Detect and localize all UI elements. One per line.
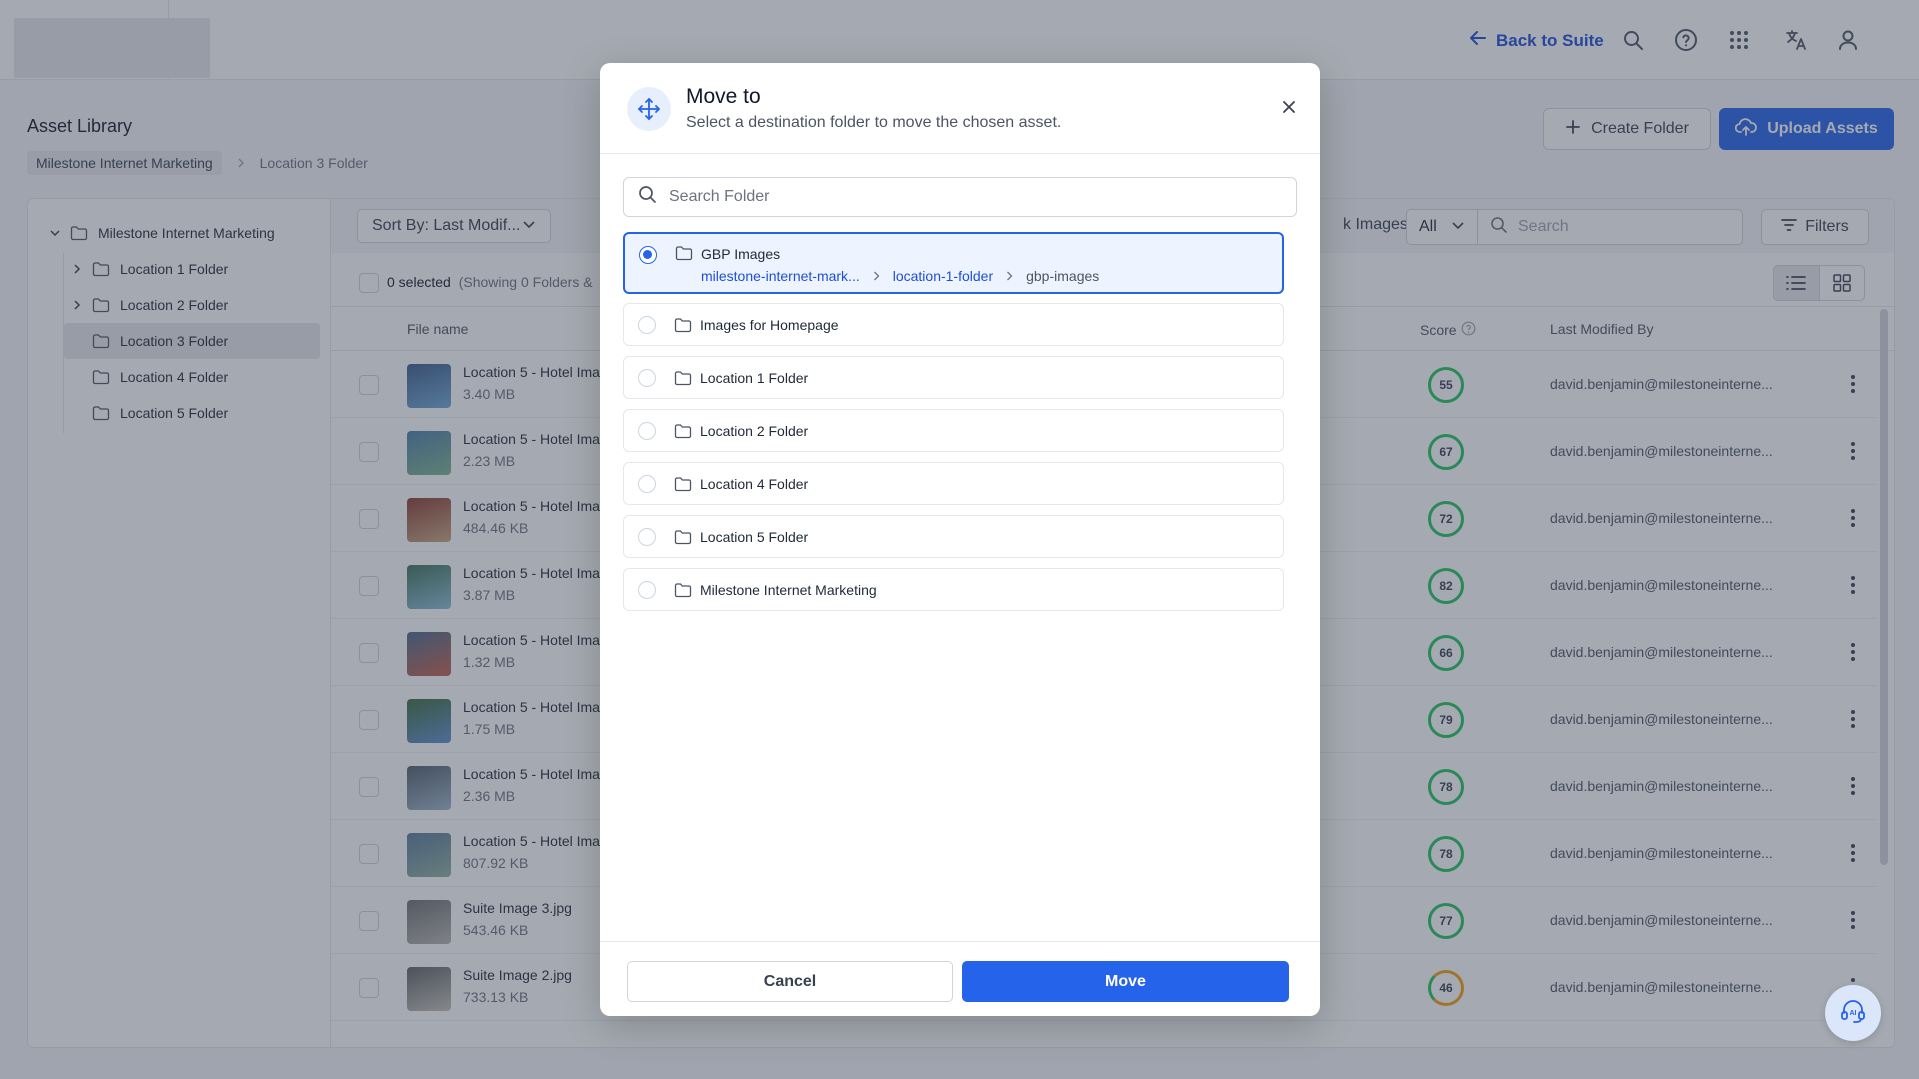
path-segment[interactable]: location-1-folder xyxy=(893,268,993,284)
folder-icon xyxy=(674,317,692,333)
radio-unselected[interactable] xyxy=(638,421,656,440)
folder-option-label: Location 5 Folder xyxy=(700,528,809,545)
folder-option-label: Location 4 Folder xyxy=(700,475,809,492)
radio-unselected[interactable] xyxy=(638,527,656,546)
folder-option[interactable]: Location 5 Folder xyxy=(623,515,1284,558)
chat-assistant-button[interactable]: AI xyxy=(1825,985,1881,1041)
radio-unselected[interactable] xyxy=(638,474,656,493)
folder-icon xyxy=(675,245,693,261)
svg-text:AI: AI xyxy=(1850,1010,1857,1017)
folder-icon xyxy=(674,370,692,386)
dialog-subtitle: Select a destination folder to move the … xyxy=(686,114,1062,131)
folder-option[interactable]: Location 1 Folder xyxy=(623,356,1284,399)
folder-option[interactable]: Images for Homepage xyxy=(623,303,1284,346)
chevron-right-icon xyxy=(872,268,881,284)
move-to-dialog: Move to Select a destination folder to m… xyxy=(600,63,1320,1016)
folder-option-label: Location 2 Folder xyxy=(700,422,809,439)
cancel-button[interactable]: Cancel xyxy=(627,961,953,1002)
chat-support-icon: AI xyxy=(1839,997,1867,1030)
folder-option-gbp-images[interactable]: GBP Images milestone-internet-mark... lo… xyxy=(623,232,1284,294)
folder-option-label: Images for Homepage xyxy=(700,316,839,333)
folder-option[interactable]: Location 2 Folder xyxy=(623,409,1284,452)
dialog-title: Move to xyxy=(686,85,761,108)
dialog-footer: Cancel Move xyxy=(600,941,1320,1016)
folder-search-field[interactable] xyxy=(623,177,1297,217)
folder-option-label: Location 1 Folder xyxy=(700,369,809,386)
folder-icon xyxy=(674,582,692,598)
folder-icon xyxy=(674,529,692,545)
folder-option-label: Milestone Internet Marketing xyxy=(700,581,877,598)
radio-selected[interactable] xyxy=(639,246,657,264)
folder-path: milestone-internet-mark... location-1-fo… xyxy=(701,268,1099,284)
folder-icon xyxy=(674,476,692,492)
move-arrows-icon xyxy=(627,87,671,131)
folder-option[interactable]: Location 4 Folder xyxy=(623,462,1284,505)
folder-search-input[interactable] xyxy=(669,188,1282,206)
dialog-header: Move to Select a destination folder to m… xyxy=(600,63,1320,154)
folder-option-label: GBP Images xyxy=(701,246,781,262)
search-icon xyxy=(638,185,657,209)
folder-option[interactable]: Milestone Internet Marketing xyxy=(623,568,1284,611)
radio-unselected[interactable] xyxy=(638,580,656,599)
close-icon[interactable] xyxy=(1275,93,1303,121)
path-segment-current: gbp-images xyxy=(1026,268,1100,284)
radio-unselected[interactable] xyxy=(638,315,656,334)
folder-icon xyxy=(674,423,692,439)
move-button[interactable]: Move xyxy=(962,961,1289,1002)
path-segment[interactable]: milestone-internet-mark... xyxy=(701,268,860,284)
radio-unselected[interactable] xyxy=(638,368,656,387)
chevron-right-icon xyxy=(1005,268,1014,284)
